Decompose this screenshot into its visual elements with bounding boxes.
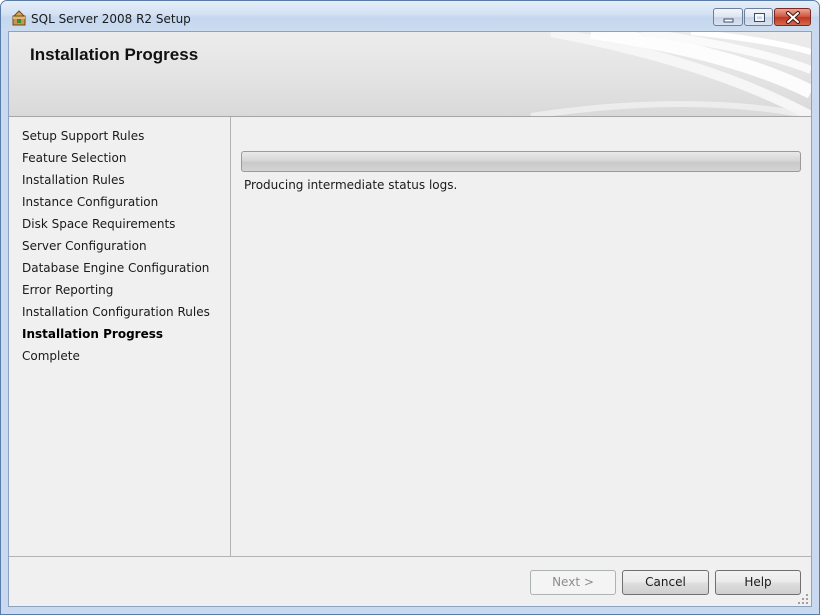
minimize-button[interactable]: [713, 8, 743, 26]
step-database-engine-configuration[interactable]: Database Engine Configuration: [22, 261, 209, 275]
step-complete[interactable]: Complete: [22, 349, 80, 363]
title-bar[interactable]: SQL Server 2008 R2 Setup: [1, 1, 819, 31]
maximize-button[interactable]: [744, 8, 773, 26]
close-button[interactable]: [774, 8, 811, 26]
step-feature-selection[interactable]: Feature Selection: [22, 151, 126, 165]
help-button[interactable]: Help: [715, 570, 801, 595]
maximize-icon: [754, 13, 765, 22]
decorative-swirl: [530, 32, 811, 116]
main-panel: Producing intermediate status logs.: [231, 117, 811, 556]
next-button[interactable]: Next >: [530, 570, 616, 595]
step-disk-space-requirements[interactable]: Disk Space Requirements: [22, 217, 175, 231]
step-installation-configuration-rules[interactable]: Installation Configuration Rules: [22, 305, 210, 319]
setup-window: SQL Server 2008 R2 Setup Installation Pr…: [0, 0, 820, 615]
cancel-button[interactable]: Cancel: [622, 570, 709, 595]
button-bar: Next > Cancel Help: [9, 556, 811, 607]
resize-grip-icon[interactable]: [797, 593, 809, 605]
installation-progress-bar: [241, 151, 801, 172]
step-server-configuration[interactable]: Server Configuration: [22, 239, 147, 253]
page-title: Installation Progress: [30, 45, 199, 64]
progress-status-text: Producing intermediate status logs.: [244, 178, 458, 192]
page-header: Installation Progress: [9, 32, 811, 117]
step-installation-rules[interactable]: Installation Rules: [22, 173, 125, 187]
step-installation-progress[interactable]: Installation Progress: [22, 327, 163, 341]
steps-panel: Setup Support Rules Feature Selection In…: [9, 117, 231, 556]
step-instance-configuration[interactable]: Instance Configuration: [22, 195, 158, 209]
close-icon: [786, 11, 800, 24]
step-setup-support-rules[interactable]: Setup Support Rules: [22, 129, 144, 143]
window-title: SQL Server 2008 R2 Setup: [31, 12, 191, 26]
step-error-reporting[interactable]: Error Reporting: [22, 283, 113, 297]
sql-server-setup-icon: [11, 10, 27, 26]
minimize-icon: [723, 18, 734, 23]
client-area: Installation Progress Setup Support Rule…: [8, 31, 812, 607]
